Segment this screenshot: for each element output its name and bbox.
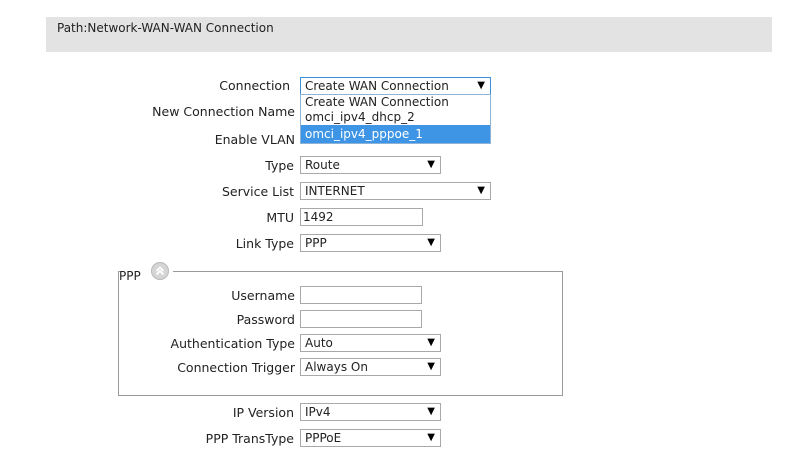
connection-label: Connection	[219, 78, 290, 93]
ppp-legend: PPP	[119, 269, 141, 283]
chevron-down-icon: ▼	[427, 237, 435, 248]
service-list-select-value: INTERNET	[305, 184, 365, 198]
ip-version-select-value: IPv4	[305, 405, 331, 419]
mtu-input[interactable]: 1492	[300, 208, 423, 226]
connection-trigger-select-value: Always On	[305, 360, 368, 374]
connection-trigger-select[interactable]: Always On ▼	[300, 358, 441, 376]
link-type-label: Link Type	[235, 236, 294, 251]
password-input[interactable]	[300, 310, 422, 328]
connection-dropdown-list: Create WAN Connection omci_ipv4_dhcp_2 o…	[300, 94, 491, 144]
type-select-value: Route	[305, 158, 340, 172]
username-input[interactable]	[300, 286, 422, 304]
link-type-select-value: PPP	[305, 236, 327, 250]
breadcrumb: Path:Network-WAN-WAN Connection	[46, 17, 772, 52]
ip-version-label: IP Version	[232, 405, 294, 420]
chevron-down-icon: ▼	[477, 185, 485, 196]
fieldset-top-border	[173, 271, 563, 272]
ppp-transtype-select-value: PPPoE	[305, 431, 342, 445]
ip-version-select[interactable]: IPv4 ▼	[300, 403, 441, 421]
chevron-down-icon: ▼	[477, 80, 485, 91]
connection-option-highlighted[interactable]: omci_ipv4_pppoe_1	[301, 125, 490, 143]
connection-select-value: Create WAN Connection	[305, 79, 449, 93]
auth-type-select-value: Auto	[305, 336, 333, 350]
chevron-down-icon: ▼	[427, 406, 435, 417]
service-list-select[interactable]: INTERNET ▼	[300, 182, 491, 200]
breadcrumb-text: Path:Network-WAN-WAN Connection	[57, 21, 274, 35]
password-label: Password	[236, 312, 295, 327]
new-connection-name-label: New Connection Name	[152, 104, 295, 119]
username-label: Username	[231, 288, 295, 303]
chevron-down-icon: ▼	[427, 337, 435, 348]
auth-type-label: Authentication Type	[170, 336, 295, 351]
connection-option[interactable]: omci_ipv4_dhcp_2	[301, 110, 490, 125]
mtu-label: MTU	[266, 210, 294, 225]
connection-select[interactable]: Create WAN Connection ▼	[300, 77, 491, 95]
connection-option[interactable]: Create WAN Connection	[301, 95, 490, 110]
connection-trigger-label: Connection Trigger	[177, 360, 295, 375]
link-type-select[interactable]: PPP ▼	[300, 234, 441, 252]
type-select[interactable]: Route ▼	[300, 156, 441, 174]
type-label: Type	[265, 158, 294, 173]
service-list-label: Service List	[221, 184, 294, 199]
chevron-down-icon: ▼	[427, 432, 435, 443]
chevron-down-icon: ▼	[427, 361, 435, 372]
ppp-transtype-select[interactable]: PPPoE ▼	[300, 429, 441, 447]
ppp-transtype-label: PPP TransType	[205, 431, 294, 446]
enable-vlan-label: Enable VLAN	[214, 132, 295, 147]
collapse-up-icon[interactable]	[151, 262, 169, 280]
auth-type-select[interactable]: Auto ▼	[300, 334, 441, 352]
chevron-down-icon: ▼	[427, 159, 435, 170]
